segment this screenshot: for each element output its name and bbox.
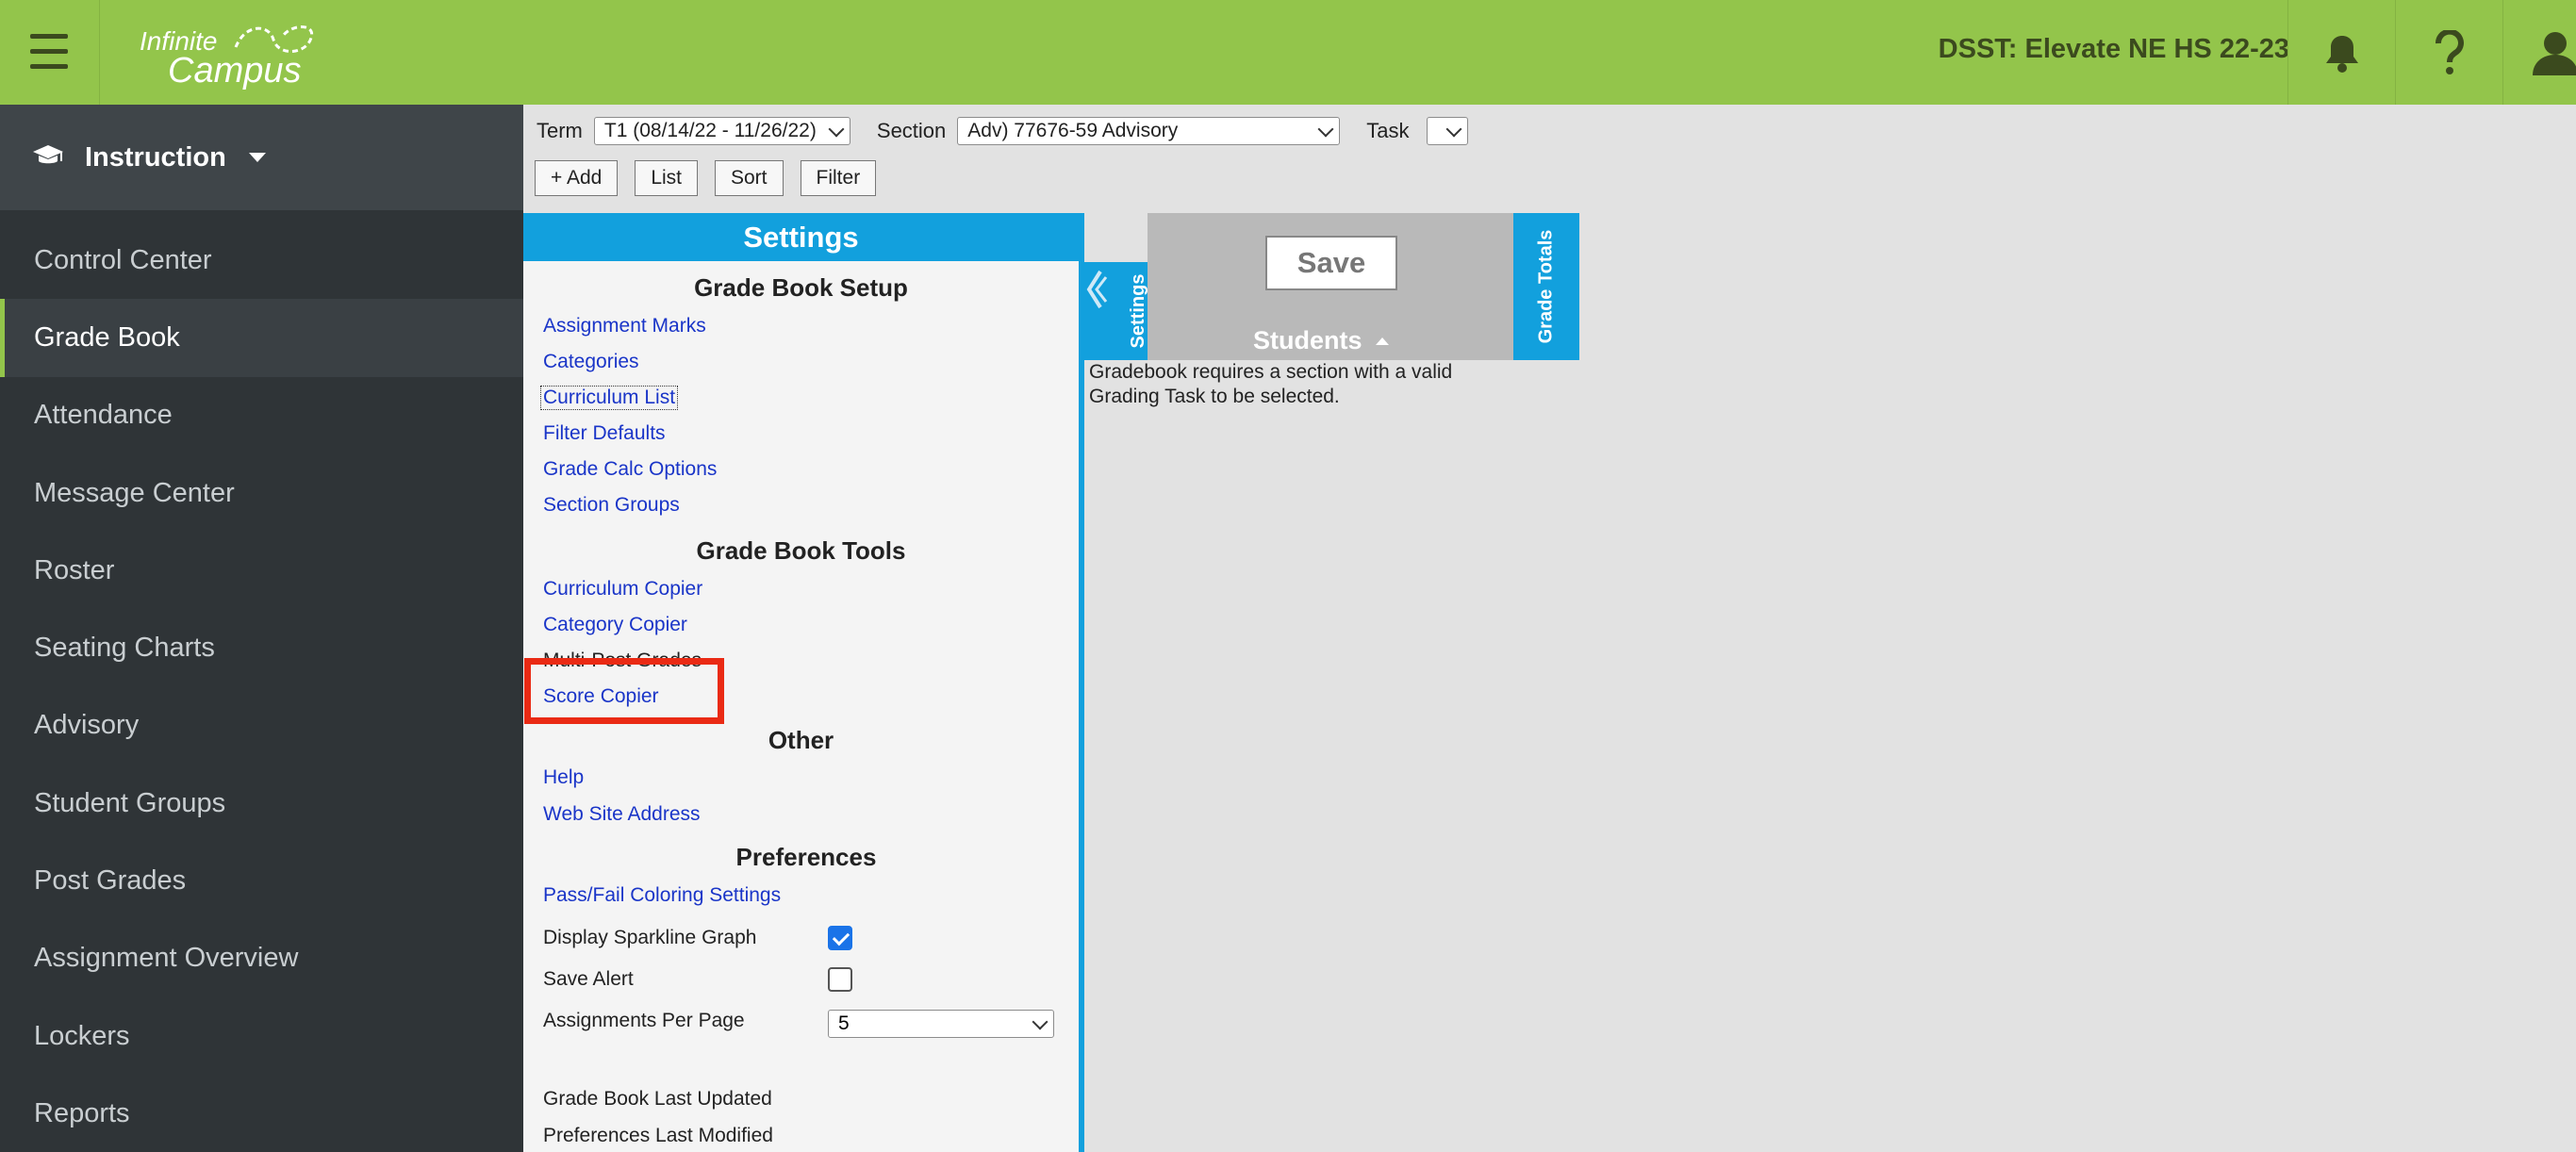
question-icon[interactable]: [2395, 0, 2502, 105]
preferences-heading: Preferences: [735, 843, 877, 871]
settings-panel: Settings Grade Book Setup Assignment Mar…: [523, 213, 1084, 1152]
add-button[interactable]: + Add: [535, 160, 619, 196]
hamburger-icon[interactable]: [0, 0, 100, 105]
settings-tab-label: Settings: [1127, 273, 1148, 349]
save-button[interactable]: Save: [1265, 236, 1397, 290]
category-copier-link[interactable]: Category Copier: [543, 614, 687, 636]
school-name[interactable]: DSST: Elevate NE HS 22-23: [1939, 34, 2289, 65]
gradebook-toolbar: Term T1 (08/14/22 - 11/26/22) Section Ad…: [523, 105, 1579, 210]
user-icon[interactable]: [2502, 0, 2576, 105]
task-select[interactable]: [1426, 117, 1468, 145]
sort-up-icon: [1375, 337, 1389, 345]
last-updated-label: Grade Book Last Updated: [543, 1088, 772, 1110]
module-label: Instruction: [85, 141, 226, 173]
term-select[interactable]: T1 (08/14/22 - 11/26/22): [593, 117, 850, 145]
task-label: Task: [1366, 119, 1410, 142]
term-label: Term: [537, 119, 583, 142]
sidebar-item-control-center[interactable]: Control Center: [0, 222, 523, 299]
multi-post-grades-link[interactable]: Multi-Post Grades: [543, 650, 702, 672]
sidebar-item-roster[interactable]: Roster: [0, 532, 523, 609]
sidebar-item-message-center[interactable]: Message Center: [0, 454, 523, 532]
save-alert-label: Save Alert: [543, 968, 634, 990]
curriculum-copier-link[interactable]: Curriculum Copier: [543, 578, 702, 601]
grade-book-tools-heading: Grade Book Tools: [696, 536, 906, 565]
help-link[interactable]: Help: [543, 766, 584, 789]
sidebar-item-grade-book[interactable]: Grade Book: [0, 299, 523, 377]
assignments-per-page-label: Assignments Per Page: [543, 1010, 745, 1031]
sidebar-item-post-grades[interactable]: Post Grades: [0, 842, 523, 919]
sparkline-label: Display Sparkline Graph: [543, 927, 757, 948]
filter-defaults-link[interactable]: Filter Defaults: [543, 422, 666, 445]
top-header: Infinite Campus DSST: Elevate NE HS 22-2…: [0, 0, 2576, 105]
bell-icon[interactable]: [2287, 0, 2395, 105]
section-label: Section: [876, 119, 947, 142]
infinite-campus-logo[interactable]: Infinite Campus: [132, 17, 321, 92]
section-groups-link[interactable]: Section Groups: [543, 494, 680, 517]
section-select[interactable]: Adv) 77676-59 Advisory: [957, 117, 1341, 145]
other-heading: Other: [768, 726, 834, 754]
assignment-marks-link[interactable]: Assignment Marks: [543, 315, 706, 337]
sidebar-item-reports[interactable]: Reports: [0, 1075, 523, 1152]
settings-collapse-tab[interactable]: Settings: [1084, 262, 1148, 360]
sidebar-item-attendance[interactable]: Attendance: [0, 377, 523, 454]
pass-fail-coloring-link[interactable]: Pass/Fail Coloring Settings: [543, 884, 781, 907]
sort-button[interactable]: Sort: [715, 160, 784, 196]
curriculum-list-link[interactable]: Curriculum List: [539, 386, 679, 410]
module-selector[interactable]: Instruction: [0, 105, 523, 210]
graduation-cap-icon: [32, 143, 64, 173]
web-site-address-link[interactable]: Web Site Address: [543, 803, 701, 826]
categories-link[interactable]: Categories: [543, 351, 639, 373]
filter-button[interactable]: Filter: [800, 160, 877, 196]
save-alert-checkbox[interactable]: [828, 967, 852, 992]
grade-book-setup-heading: Grade Book Setup: [694, 273, 908, 302]
sidebar-item-assignment-overview[interactable]: Assignment Overview: [0, 920, 523, 997]
grade-header: Save Students: [1148, 213, 1513, 360]
sidebar-item-seating-charts[interactable]: Seating Charts: [0, 609, 523, 686]
sparkline-checkbox[interactable]: [828, 926, 852, 950]
prefs-modified-label: Preferences Last Modified: [543, 1125, 773, 1146]
grade-totals-label: Grade Totals: [1535, 229, 1557, 344]
infinity-swoosh-icon: [234, 25, 314, 53]
settings-title: Settings: [523, 213, 1079, 261]
sidebar: Instruction Control Center Grade Book At…: [0, 105, 523, 1152]
sidebar-item-advisory[interactable]: Advisory: [0, 687, 523, 765]
chevron-down-icon: [248, 153, 266, 162]
grade-totals-tab[interactable]: Grade Totals: [1513, 213, 1579, 360]
sidebar-item-student-groups[interactable]: Student Groups: [0, 765, 523, 842]
score-copier-link[interactable]: Score Copier: [543, 685, 659, 708]
list-button[interactable]: List: [635, 160, 698, 196]
chevron-left-icon: [1086, 270, 1108, 309]
sidebar-item-lockers[interactable]: Lockers: [0, 997, 523, 1075]
grading-task-message: Gradebook requires a section with a vali…: [1089, 361, 1453, 407]
assignments-per-page-select[interactable]: 5: [828, 1010, 1054, 1038]
grade-calc-options-link[interactable]: Grade Calc Options: [543, 458, 717, 481]
students-sort-header[interactable]: Students: [1253, 326, 1389, 355]
